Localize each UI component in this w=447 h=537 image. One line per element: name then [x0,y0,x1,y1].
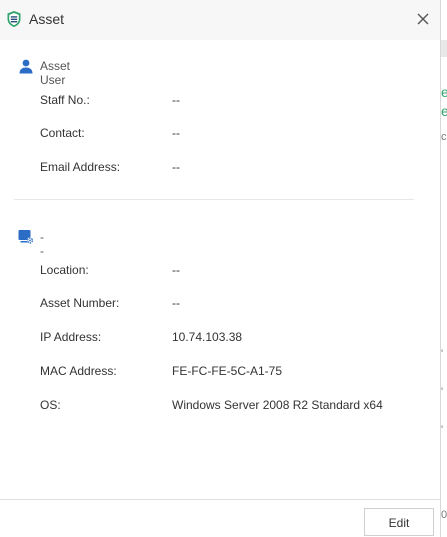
field-label: Contact: [40,126,85,140]
computer-settings-icon [18,229,34,245]
title-bar: Asset [0,0,440,40]
section-divider [14,199,414,200]
field-value: -- [172,160,180,174]
field-label: Location: [40,263,89,277]
field-value: FE-FC-FE-5C-A1-75 [172,364,283,378]
dialog-title: Asset [29,11,65,27]
field-label: IP Address: [40,330,102,344]
background-text: e [441,103,447,119]
field-value: -- [172,126,180,140]
user-icon [18,58,34,74]
shield-logo-icon [6,10,22,28]
background-text: e [441,84,447,100]
asset-dialog: Asset Asset User Staff No.: -- Contact: … [0,0,441,537]
background-text: c [441,131,447,143]
close-icon[interactable] [414,10,432,28]
background-text: ' [441,348,444,360]
background-text: 0 [441,509,447,521]
field-value: -- [172,263,180,277]
field-value: -- [172,93,180,107]
edit-button[interactable]: Edit [364,508,434,536]
field-label: MAC Address: [40,364,117,378]
background-page [441,0,447,537]
field-value: Windows Server 2008 R2 Standard x64 [172,398,383,412]
field-label: OS: [40,398,61,412]
field-value: 10.74.103.38 [172,330,243,344]
background-text: ' [441,386,444,398]
field-label: Email Address: [40,160,121,174]
asset-user-label: Asset User [40,59,71,87]
field-value: -- [172,296,180,310]
background-text: ' [441,424,444,436]
field-label: Staff No.: [40,93,90,107]
device-name-label: -- [40,230,44,258]
footer-divider [0,499,440,500]
field-label: Asset Number: [40,296,120,310]
background-header-bar [441,40,447,57]
